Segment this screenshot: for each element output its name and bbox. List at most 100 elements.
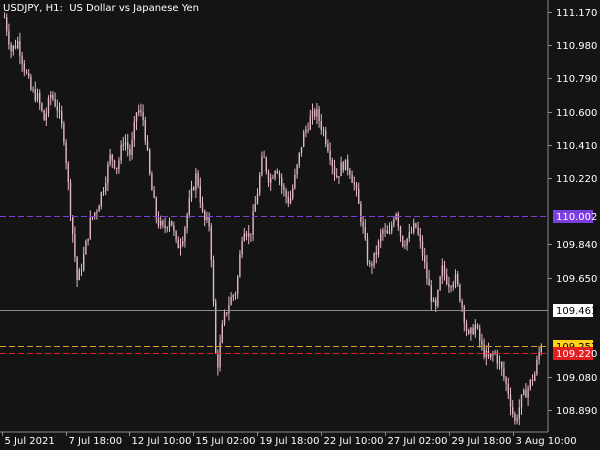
candle (43, 109, 45, 121)
candle (386, 225, 388, 234)
time-tick-label: 29 Jul 18:00 (452, 436, 512, 447)
candle (83, 246, 85, 272)
candle (96, 209, 98, 220)
candle (342, 160, 344, 173)
price-chart[interactable]: 110.002109.463109.257109.220 111.170110.… (0, 0, 600, 450)
candle (241, 236, 243, 259)
candle (281, 173, 283, 194)
price-tick-label: 109.080 (556, 373, 597, 384)
candle (69, 178, 72, 222)
price-tick-label: 109.650 (556, 274, 597, 285)
candle (450, 285, 452, 293)
candle (314, 107, 316, 120)
candle (531, 374, 534, 386)
candle (21, 51, 23, 72)
candle (391, 221, 393, 235)
candle (311, 103, 314, 125)
candle (122, 136, 124, 151)
candle (54, 92, 56, 108)
candle (446, 268, 448, 286)
candle (17, 36, 19, 50)
candle (89, 210, 91, 240)
candle (452, 280, 454, 291)
candle (417, 221, 419, 236)
candle (404, 240, 406, 250)
candle (144, 116, 146, 145)
candle (52, 91, 54, 102)
candle (155, 196, 157, 224)
candle (318, 105, 320, 128)
candle (223, 309, 226, 327)
candle (188, 189, 190, 219)
candle (157, 211, 160, 229)
candle (30, 73, 32, 92)
candle (276, 168, 278, 174)
candle (393, 216, 395, 228)
candle (47, 95, 50, 118)
candle (78, 267, 80, 281)
candle (529, 378, 531, 391)
candle (142, 104, 144, 127)
candle (58, 102, 61, 119)
candle (252, 204, 254, 242)
time-tick-label: 27 Jul 02:00 (388, 436, 448, 447)
candle (135, 112, 138, 131)
candle (248, 225, 250, 245)
candle (56, 99, 58, 118)
candle (23, 59, 25, 77)
candle (109, 148, 111, 167)
candle (146, 135, 149, 152)
candle (190, 180, 193, 202)
candle (164, 217, 166, 234)
candle (19, 32, 21, 65)
candle (151, 171, 153, 191)
candle (243, 228, 245, 242)
candle (355, 181, 358, 197)
candle (6, 13, 8, 36)
candle (388, 222, 391, 235)
candle (338, 175, 340, 185)
candle (371, 261, 373, 274)
candle (131, 131, 133, 160)
candle (470, 326, 472, 341)
candle (228, 296, 230, 321)
candle (184, 226, 186, 248)
candle (419, 228, 421, 249)
candle (316, 103, 318, 125)
candle (463, 304, 465, 332)
candle (120, 140, 122, 165)
candle (61, 105, 63, 129)
price-tick-label: 111.170 (556, 8, 597, 19)
candle (105, 176, 107, 196)
candle (369, 260, 371, 268)
gray_level-label: 109.463 (556, 306, 597, 317)
candle (195, 167, 197, 199)
candle (193, 185, 195, 191)
candle (94, 212, 96, 220)
candle (472, 324, 474, 336)
candle (133, 116, 135, 148)
candle (329, 142, 331, 166)
candle (76, 255, 78, 287)
candle (527, 385, 529, 406)
candle (505, 376, 507, 392)
candle (509, 387, 512, 416)
candle (397, 211, 399, 231)
candle (382, 227, 384, 241)
price-tick-label: 110.980 (556, 41, 597, 52)
time-tick-label: 3 Aug 10:00 (516, 436, 577, 447)
candle (107, 161, 109, 192)
candle (347, 154, 349, 176)
candle (261, 151, 263, 177)
candle (294, 168, 296, 190)
candle (201, 196, 204, 214)
candle (364, 219, 366, 241)
candle (28, 69, 30, 79)
candle (430, 280, 432, 311)
candle (175, 230, 177, 244)
candle (333, 159, 336, 181)
candle (197, 170, 199, 189)
candle (149, 148, 151, 176)
candle (353, 176, 355, 191)
candle (168, 217, 171, 233)
